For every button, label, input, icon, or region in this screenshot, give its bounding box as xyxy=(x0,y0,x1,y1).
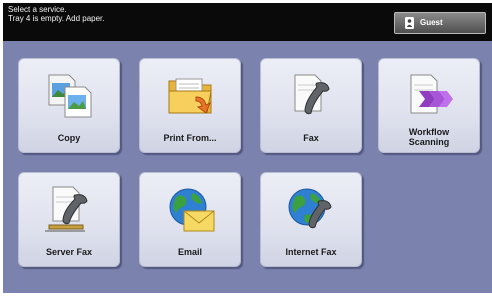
guest-label: Guest xyxy=(420,18,443,27)
email-label: Email xyxy=(177,247,202,257)
copy-icon xyxy=(48,74,92,118)
copy-button[interactable]: Copy xyxy=(18,58,120,153)
server-fax-label: Server Fax xyxy=(45,247,93,257)
fax-button[interactable]: Fax xyxy=(260,58,362,153)
person-icon xyxy=(405,17,414,29)
guest-user-button[interactable]: Guest xyxy=(394,12,486,34)
internet-fax-icon xyxy=(288,188,332,229)
workflow-scanning-label-line1: Workflow xyxy=(408,127,450,137)
workflow-scanning-button[interactable]: Workflow Scanning xyxy=(378,58,480,153)
print-from-button[interactable]: Print From... xyxy=(139,58,241,153)
internet-fax-label: Internet Fax xyxy=(285,247,337,257)
internet-fax-button[interactable]: Internet Fax xyxy=(260,172,362,267)
status-message: Select a service. Tray 4 is empty. Add p… xyxy=(8,5,105,23)
fax-label: Fax xyxy=(303,133,319,143)
device-screen: Select a service. Tray 4 is empty. Add p… xyxy=(0,0,492,297)
status-bar: Select a service. Tray 4 is empty. Add p… xyxy=(3,3,492,41)
workflow-scanning-label-line2: Scanning xyxy=(408,137,450,147)
server-fax-icon xyxy=(45,186,88,232)
copy-label: Copy xyxy=(57,133,81,143)
server-fax-button[interactable]: Server Fax xyxy=(18,172,120,267)
services-panel: Copy Print From... Fax Workflow Scanning… xyxy=(3,41,492,293)
status-line-tray-warning: Tray 4 is empty. Add paper. xyxy=(8,14,105,23)
fax-icon xyxy=(294,74,330,115)
print-from-folder-icon xyxy=(168,78,212,114)
workflow-scanning-icon xyxy=(410,74,453,114)
print-from-label: Print From... xyxy=(163,133,217,143)
workflow-scanning-label: Workflow Scanning xyxy=(379,127,479,147)
status-line-select-service: Select a service. xyxy=(8,5,67,14)
email-icon xyxy=(169,188,215,232)
email-button[interactable]: Email xyxy=(139,172,241,267)
